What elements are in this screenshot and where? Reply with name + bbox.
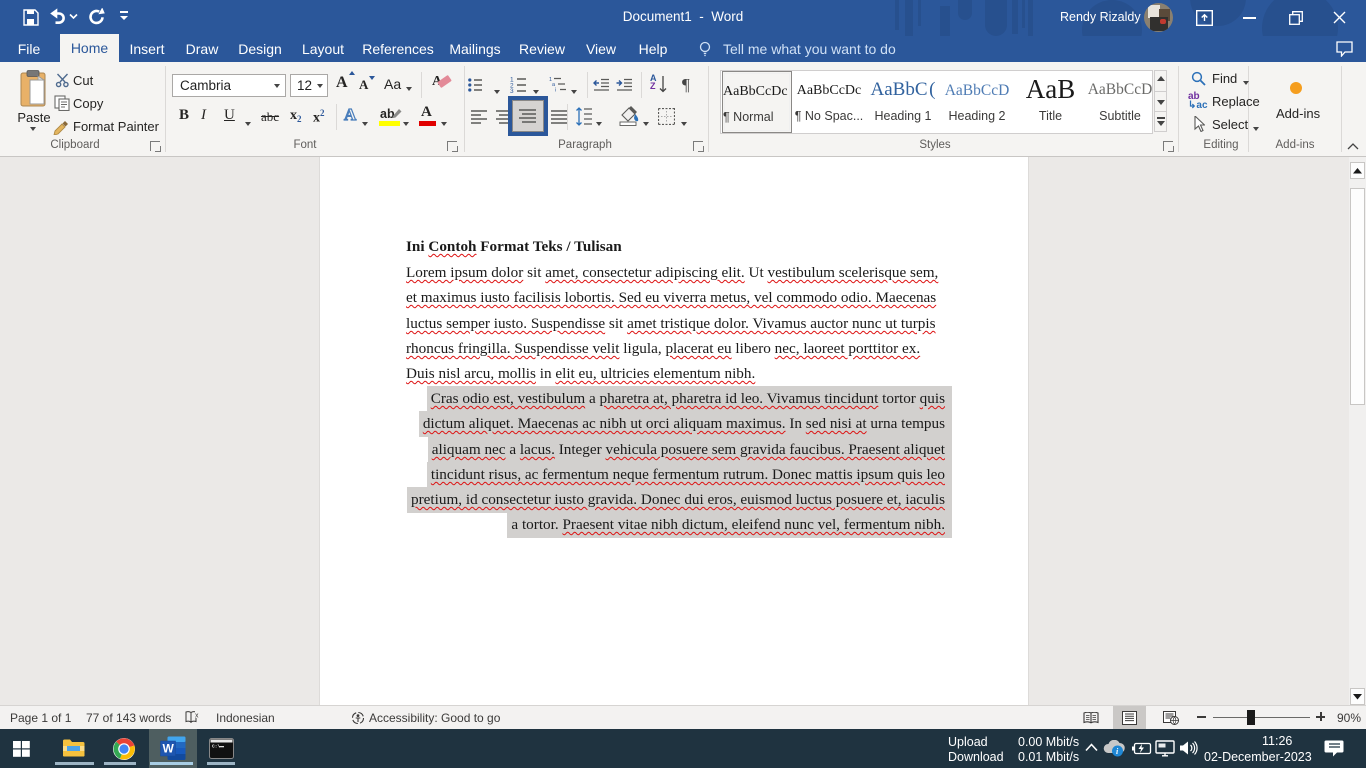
svg-text:W: W (163, 742, 175, 756)
svg-text:x: x (195, 713, 199, 720)
svg-text:i: i (555, 88, 556, 94)
svg-text:3: 3 (510, 88, 514, 93)
